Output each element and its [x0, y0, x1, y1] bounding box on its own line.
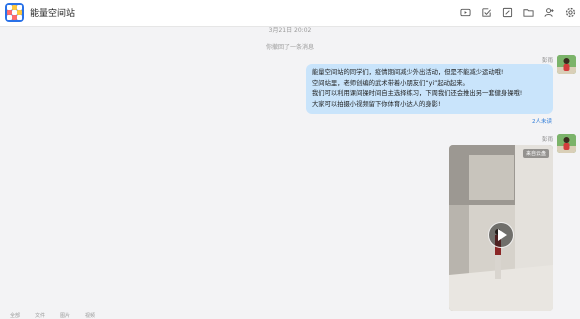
add-member-icon[interactable] — [541, 4, 557, 20]
settings-icon[interactable] — [562, 4, 578, 20]
message-bubble[interactable]: 能量空间站的同学们，疫情期间减少外出活动，但是不能减少运动哦! 空间站里，老师创… — [306, 64, 553, 115]
chat-header: 能量空间站 — [0, 0, 580, 27]
task-check-icon[interactable] — [478, 4, 494, 20]
message-line: 大家可以拍摄小视频留下你体育小达人的身影! — [312, 100, 441, 108]
recall-notice: 你撤回了一条消息 — [265, 44, 314, 51]
video-message[interactable]: 来自云盘 — [449, 145, 553, 311]
video-source-badge: 来自云盘 — [522, 149, 549, 158]
avatar[interactable] — [557, 55, 576, 74]
message-timestamp: 3月21日 20:02 — [268, 27, 312, 34]
message-line: 空间站里，老师创编的武术带着小朋友们“yi”起动起来。 — [312, 79, 469, 87]
chat-title: 能量空间站 — [30, 9, 76, 19]
sender-name: 彭雨 — [541, 137, 553, 143]
header-toolbar — [457, 4, 578, 22]
folder-icon[interactable] — [520, 4, 536, 20]
group-avatar[interactable] — [5, 3, 24, 22]
sender-name: 彭雨 — [541, 58, 553, 64]
video-icon[interactable] — [457, 4, 473, 20]
edit-icon[interactable] — [499, 4, 515, 20]
avatar[interactable] — [557, 134, 576, 153]
message-line: 我们可以利用课间操时间自主选择练习，下周我们还会推出另一套健身操哦! — [312, 90, 523, 98]
read-status[interactable]: 2人未读 — [532, 117, 552, 125]
message-line: 能量空间站的同学们，疫情期间减少外出活动，但是不能减少运动哦! — [312, 69, 504, 76]
play-icon[interactable] — [488, 222, 514, 248]
